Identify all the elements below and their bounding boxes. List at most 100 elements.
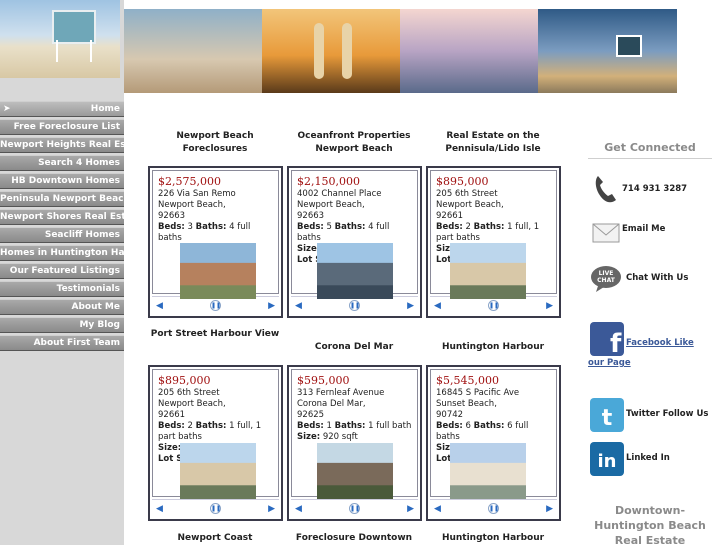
- nav-item-featured-listings[interactable]: Our Featured Listings: [0, 263, 124, 279]
- listing-title[interactable]: Huntington Harbour: [424, 341, 562, 354]
- nav-item-home[interactable]: ➤ Home: [0, 101, 124, 117]
- nav-item-testimonials[interactable]: Testimonials: [0, 281, 124, 297]
- phone-icon[interactable]: [592, 174, 620, 204]
- nav-item-about-first-team[interactable]: About First Team: [0, 335, 124, 351]
- next-arrow-icon[interactable]: ▶: [268, 301, 275, 311]
- listing-street: 226 Via San Remo: [158, 189, 236, 199]
- listing-baths: 4: [229, 222, 235, 232]
- banner-photo-lifeguard: [538, 9, 677, 93]
- size-label: Size:: [297, 432, 321, 442]
- prev-arrow-icon[interactable]: ◀: [434, 301, 441, 311]
- listing-title[interactable]: Newport Beach Foreclosures: [146, 130, 284, 156]
- size-label: Size:: [158, 443, 182, 453]
- nav-item-peninsula[interactable]: Peninsula Newport Beach: [0, 191, 124, 207]
- pause-icon[interactable]: ❚❚: [349, 503, 360, 514]
- prev-arrow-icon[interactable]: ◀: [295, 301, 302, 311]
- listing-city: Newport Beach,: [158, 399, 226, 409]
- svg-text:CHAT: CHAT: [597, 277, 616, 284]
- listing-baths: 4: [368, 222, 374, 232]
- banner-photo-pier: [400, 9, 538, 93]
- baths-label: Baths:: [334, 222, 366, 232]
- listing-price: $2,150,000: [297, 175, 360, 188]
- nav-item-foreclosure-list[interactable]: Free Foreclosure List: [0, 119, 124, 135]
- main-nav: ➤ Home Free Foreclosure List Newport Heig…: [0, 101, 124, 353]
- beds-label: Beds:: [297, 222, 324, 232]
- listing-zip: 92625: [297, 410, 325, 420]
- banner-photo-beach: [124, 9, 262, 93]
- listing-title[interactable]: Oceanfront Properties Newport Beach: [285, 130, 423, 156]
- nav-item-huntington-harbour[interactable]: Homes in Huntington Harbour: [0, 245, 124, 261]
- nav-item-seacliff[interactable]: Seacliff Homes: [0, 227, 124, 243]
- linkedin-link[interactable]: Linked In: [626, 453, 670, 463]
- banner-photo-surfers: [262, 9, 400, 93]
- listing-photo[interactable]: [317, 243, 393, 299]
- listing-price: $895,000: [436, 175, 489, 188]
- listing-city: Newport Beach,: [297, 200, 365, 210]
- listing-title[interactable]: Port Street Harbour View: [146, 328, 284, 341]
- nav-item-newport-shores[interactable]: Newport Shores Real Estate: [0, 209, 124, 225]
- listing-beds: 2: [187, 421, 193, 431]
- lifeguard-tower-photo: [0, 0, 120, 78]
- listing-title[interactable]: Real Estate on the Pennisula/Lido Isle: [424, 130, 562, 156]
- listing-title[interactable]: Foreclosure Downtown: [285, 532, 423, 545]
- listing-size: 920 sqft: [322, 432, 358, 442]
- next-arrow-icon[interactable]: ▶: [407, 504, 414, 514]
- beds-label: Beds:: [436, 421, 463, 431]
- listing-photo[interactable]: [450, 443, 526, 499]
- linkedin-icon[interactable]: in: [590, 442, 624, 476]
- twitter-icon[interactable]: t: [590, 398, 624, 432]
- nav-item-search-homes[interactable]: Search 4 Homes: [0, 155, 124, 171]
- listing-zip: 92661: [158, 410, 186, 420]
- beds-label: Beds:: [297, 421, 324, 431]
- slideshow-controls: ◀ ❚❚ ▶: [430, 499, 557, 517]
- listing-price: $595,000: [297, 374, 350, 387]
- listing-address-block: 313 Fernleaf Avenue Corona Del Mar, 92625 B…: [297, 388, 413, 443]
- svg-text:in: in: [598, 451, 617, 472]
- phone-number[interactable]: 714 931 3287: [622, 184, 687, 194]
- nav-item-blog[interactable]: My Blog: [0, 317, 124, 333]
- listing-city: Sunset Beach,: [436, 399, 497, 409]
- listing-title[interactable]: Corona Del Mar: [285, 341, 423, 354]
- listing-title[interactable]: Newport Coast: [146, 532, 284, 545]
- listing-zip: 92663: [297, 211, 325, 221]
- listing-street: 313 Fernleaf Avenue: [297, 388, 385, 398]
- listing-address-block: 226 Via San Remo Newport Beach, 92663 Beds:…: [158, 189, 274, 244]
- next-arrow-icon[interactable]: ▶: [268, 504, 275, 514]
- pause-icon[interactable]: ❚❚: [210, 300, 221, 311]
- nav-item-newport-heights[interactable]: Newport Heights Real Estate: [0, 137, 124, 153]
- listing-beds: 3: [187, 222, 193, 232]
- nav-item-about-me[interactable]: About Me: [0, 299, 124, 315]
- pause-icon[interactable]: ❚❚: [488, 300, 499, 311]
- prev-arrow-icon[interactable]: ◀: [434, 504, 441, 514]
- listing-baths: 1: [507, 222, 513, 232]
- live-chat-icon[interactable]: LIVE CHAT: [590, 264, 622, 292]
- pause-icon[interactable]: ❚❚: [210, 503, 221, 514]
- listing-photo[interactable]: [180, 243, 256, 299]
- listing-photo[interactable]: [317, 443, 393, 499]
- header-banner: [124, 9, 677, 93]
- listing-baths-note: full bath: [376, 421, 412, 431]
- prev-arrow-icon[interactable]: ◀: [156, 504, 163, 514]
- baths-label: Baths:: [195, 421, 227, 431]
- pause-icon[interactable]: ❚❚: [488, 503, 499, 514]
- nav-item-hb-downtown[interactable]: HB Downtown Homes: [0, 173, 124, 189]
- twitter-link[interactable]: Twitter Follow Us: [626, 409, 708, 419]
- listing-title[interactable]: Huntington Harbour: [424, 532, 562, 545]
- listing-baths: 1: [368, 421, 374, 431]
- prev-arrow-icon[interactable]: ◀: [295, 504, 302, 514]
- next-arrow-icon[interactable]: ▶: [546, 301, 553, 311]
- listing-photo[interactable]: [180, 443, 256, 499]
- listing-photo[interactable]: [450, 243, 526, 299]
- pause-icon[interactable]: ❚❚: [349, 300, 360, 311]
- prev-arrow-icon[interactable]: ◀: [156, 301, 163, 311]
- baths-label: Baths:: [334, 421, 366, 431]
- email-icon[interactable]: [592, 222, 620, 244]
- next-arrow-icon[interactable]: ▶: [546, 504, 553, 514]
- next-arrow-icon[interactable]: ▶: [407, 301, 414, 311]
- email-link[interactable]: Email Me: [622, 224, 665, 234]
- facebook-link[interactable]: Facebook Like our Page: [588, 333, 712, 373]
- listing-city: Newport Beach,: [436, 200, 504, 210]
- listing-price: $2,575,000: [158, 175, 221, 188]
- chat-link[interactable]: Chat With Us: [626, 273, 688, 283]
- arrow-icon: ➤: [3, 104, 11, 114]
